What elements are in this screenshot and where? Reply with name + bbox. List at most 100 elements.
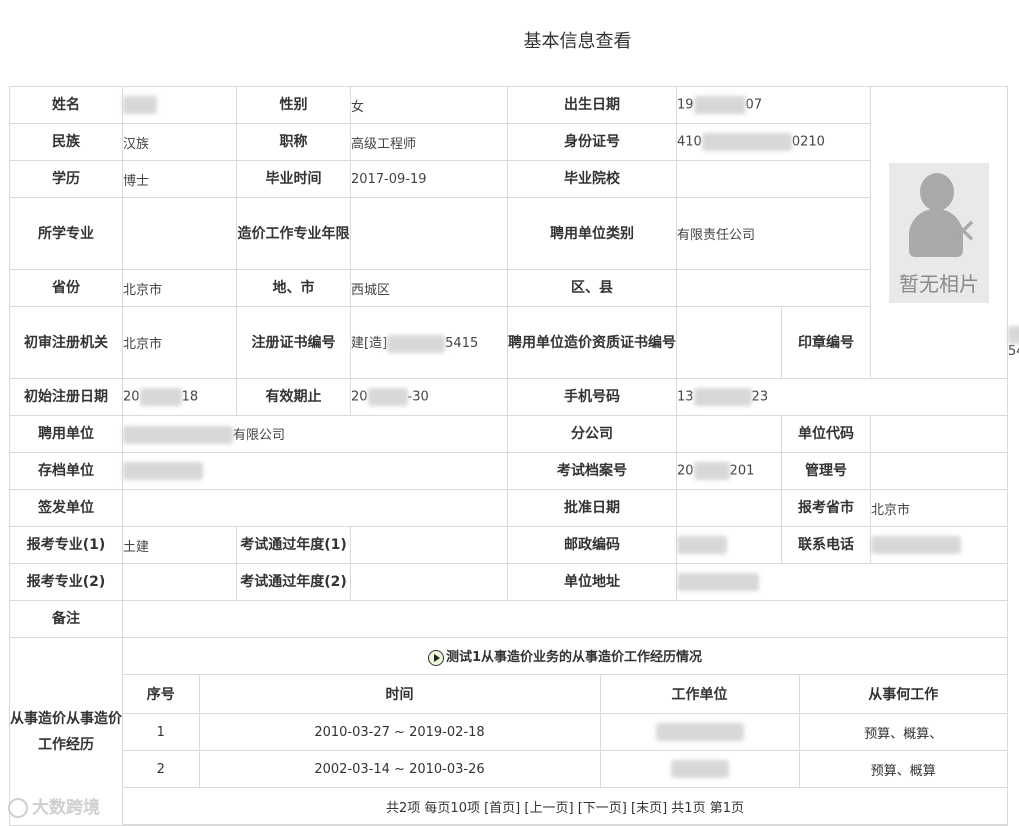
row-no: 2 xyxy=(123,750,200,788)
photo-cell: ✕ 暂无相片 xyxy=(870,86,1008,379)
graduation-time-label: 毕业时间 xyxy=(236,160,351,198)
exam-city-label: 报考省市 xyxy=(781,489,871,527)
name-label: 姓名 xyxy=(9,86,123,124)
pagination: 共2项 每页10项 [首页] [上一页] [下一页] [末页] 共1页 第1页 xyxy=(123,787,1007,825)
birth-date-value: 19 07 xyxy=(676,86,871,124)
col-header-work: 从事何工作 xyxy=(798,674,1007,714)
manage-number-value xyxy=(870,452,1008,490)
id-number-label: 身份证号 xyxy=(507,123,677,161)
exam-major-2-value xyxy=(122,563,237,601)
col-header-time: 时间 xyxy=(198,674,601,714)
job-title-value: 高级工程师 xyxy=(350,123,508,161)
issue-unit-label: 签发单位 xyxy=(9,489,123,527)
pager-last-link[interactable]: [末页] xyxy=(631,801,667,816)
employer-type-value: 有限责任公司 xyxy=(676,197,871,270)
address-value xyxy=(676,563,1008,601)
reg-cert-label: 注册证书编号 xyxy=(236,306,351,379)
pager-first-link[interactable]: [首页] xyxy=(484,801,520,816)
postcode-label: 邮政编码 xyxy=(507,526,677,564)
valid-until-label: 有效期止 xyxy=(236,378,351,416)
birth-date-label: 出生日期 xyxy=(507,86,677,124)
employer-label: 聘用单位 xyxy=(9,415,123,453)
experience-title: 测试1从事造价业务的从事造价工作经历情况 xyxy=(445,650,703,666)
job-title-label: 职称 xyxy=(236,123,351,161)
row-time: 2002-03-14 ~ 2010-03-26 xyxy=(198,750,601,788)
init-reg-date-value: 20 18 xyxy=(122,378,237,416)
pass-year-2-label: 考试通过年度(2) xyxy=(236,563,351,601)
table-row: 1 2010-03-27 ~ 2019-02-18 预算、概算、 xyxy=(123,713,1007,751)
row-time: 2010-03-27 ~ 2019-02-18 xyxy=(198,713,601,751)
pager-next-link[interactable]: [下一页] xyxy=(578,801,627,816)
approve-date-value xyxy=(676,489,782,527)
row-unit xyxy=(599,750,800,788)
graduation-school-value xyxy=(676,160,871,198)
province-label: 省份 xyxy=(9,269,123,307)
watermark-logo-icon xyxy=(8,798,28,818)
phone-value xyxy=(870,526,1008,564)
table-row: 2 2002-03-14 ~ 2010-03-26 预算、概算 xyxy=(123,750,1007,788)
row-no: 1 xyxy=(123,713,200,751)
remark-value xyxy=(122,600,1008,638)
qual-cert-label: 聘用单位造价资质证书编号 xyxy=(507,306,677,379)
pass-year-1-label: 考试通过年度(1) xyxy=(236,526,351,564)
education-label: 学历 xyxy=(9,160,123,198)
experience-title-row: 测试1从事造价业务的从事造价工作经历情况 xyxy=(123,638,1007,675)
phone-label: 联系电话 xyxy=(781,526,871,564)
approve-date-label: 批准日期 xyxy=(507,489,677,527)
watermark-text: 大数跨境 xyxy=(32,798,100,818)
unit-code-label: 单位代码 xyxy=(781,415,871,453)
basic-info-table: 姓名 性别 女 出生日期 19 07 ✕ 暂无相片 民族 汉族 职称 高级工程师 … xyxy=(9,86,1019,826)
ethnic-value: 汉族 xyxy=(122,123,237,161)
person-icon xyxy=(920,172,954,211)
employer-value: 有限公司 xyxy=(122,415,508,453)
exam-city-value: 北京市 xyxy=(870,489,1008,527)
col-header-unit: 工作单位 xyxy=(599,674,800,714)
photo-placeholder-text: 暂无相片 xyxy=(899,271,979,296)
row-unit xyxy=(599,713,800,751)
issue-unit-value xyxy=(122,489,508,527)
work-major-years-value xyxy=(350,197,508,270)
exam-major-2-label: 报考专业(2) xyxy=(9,563,123,601)
pager-prev-link[interactable]: [上一页] xyxy=(524,801,573,816)
exam-file-label: 考试档案号 xyxy=(507,452,677,490)
no-photo-x-icon: ✕ xyxy=(949,211,978,252)
manage-number-label: 管理号 xyxy=(781,452,871,490)
watermark: 大数跨境 xyxy=(8,793,100,818)
play-icon[interactable] xyxy=(427,649,444,666)
work-major-years-label: 造价工作专业年限 xyxy=(236,197,351,270)
col-header-no: 序号 xyxy=(123,674,200,714)
mobile-label: 手机号码 xyxy=(507,378,677,416)
page-title: 基本信息查看 xyxy=(523,31,632,52)
county-label: 区、县 xyxy=(507,269,677,307)
exam-major-1-value: 土建 xyxy=(122,526,237,564)
pager-per-page: 每页10项 xyxy=(424,800,480,816)
education-value: 博士 xyxy=(122,160,237,198)
reg-org-value: 北京市 xyxy=(122,306,237,379)
archive-unit-value xyxy=(122,452,508,490)
branch-value xyxy=(676,415,782,453)
reg-cert-value: 建[造] 5415 xyxy=(350,306,508,379)
experience-table: 测试1从事造价业务的从事造价工作经历情况 序号 时间 工作单位 从事何工作 1 … xyxy=(123,638,1007,825)
branch-label: 分公司 xyxy=(507,415,677,453)
pager-total: 共2项 xyxy=(386,800,421,816)
postcode-value xyxy=(676,526,782,564)
province-value: 北京市 xyxy=(122,269,237,307)
name-value xyxy=(122,86,237,124)
valid-until-value: 20 -30 xyxy=(350,378,508,416)
seal-number-label: 印章编号 xyxy=(781,306,871,379)
address-label: 单位地址 xyxy=(507,563,677,601)
pager-pages: 共1页 xyxy=(671,800,706,816)
pass-year-1-value xyxy=(350,526,508,564)
major-label: 所学专业 xyxy=(9,197,123,270)
graduation-school-label: 毕业院校 xyxy=(507,160,677,198)
major-value xyxy=(122,197,237,270)
mobile-value: 13 23 xyxy=(676,378,1008,416)
reg-org-label: 初审注册机关 xyxy=(9,306,123,379)
county-value xyxy=(676,269,871,307)
id-number-value: 410 0210 xyxy=(676,123,871,161)
remark-label: 备注 xyxy=(9,600,123,638)
employer-type-label: 聘用单位类别 xyxy=(507,197,677,270)
exam-file-value: 20 201 xyxy=(676,452,782,490)
graduation-time-value: 2017-09-19 xyxy=(350,160,508,198)
pager-current: 第1页 xyxy=(709,800,744,816)
